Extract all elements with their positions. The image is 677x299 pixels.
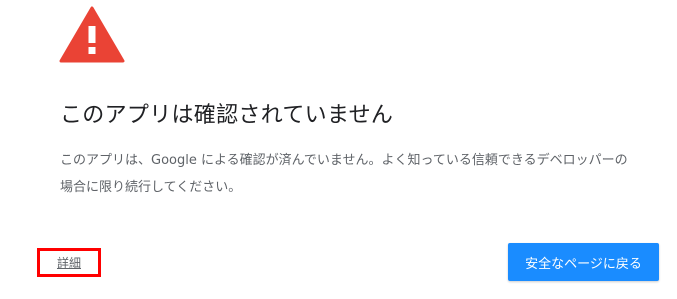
details-highlight-box: 詳細 <box>37 248 101 277</box>
details-link[interactable]: 詳細 <box>57 254 81 271</box>
page-title: このアプリは確認されていません <box>60 103 394 128</box>
back-to-safety-button[interactable]: 安全なページに戻る <box>508 243 659 281</box>
warning-triangle-icon <box>59 6 125 63</box>
warning-description: このアプリは、Google による確認が済んでいません。よく知っている信頼できる… <box>60 153 628 195</box>
unverified-app-warning-page: このアプリは確認されていません このアプリは、Google による確認が済んでい… <box>0 0 677 299</box>
